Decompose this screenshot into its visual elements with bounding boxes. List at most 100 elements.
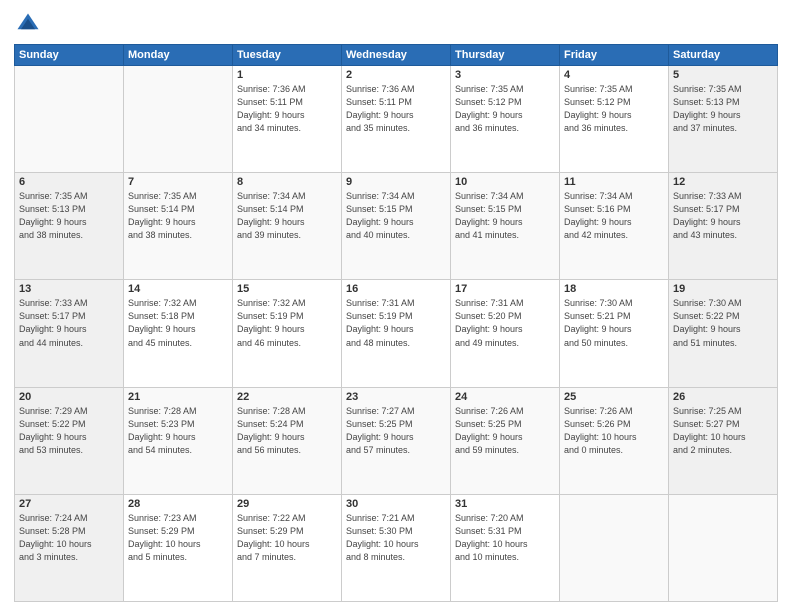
logo <box>14 10 46 38</box>
day-info: Sunrise: 7:34 AM Sunset: 5:15 PM Dayligh… <box>455 190 555 242</box>
day-info: Sunrise: 7:20 AM Sunset: 5:31 PM Dayligh… <box>455 512 555 564</box>
day-number: 1 <box>237 69 337 81</box>
day-cell: 18Sunrise: 7:30 AM Sunset: 5:21 PM Dayli… <box>560 280 669 387</box>
day-cell: 31 Sunrise: 7:20 AM Sunset: 5:31 PM Dayli… <box>451 494 560 601</box>
day-number: 29 <box>237 498 337 510</box>
header-saturday: Saturday <box>669 45 778 66</box>
day-info: Sunrise: 7:35 AM Sunset: 5:13 PM Dayligh… <box>19 190 119 242</box>
day-number: 31 <box>455 498 555 510</box>
day-cell <box>15 66 124 173</box>
day-info: Sunrise: 7:33 AM Sunset: 5:17 PM Dayligh… <box>19 297 119 349</box>
day-cell: 12 Sunrise: 7:33 AM Sunset: 5:17 PM Dayli… <box>669 173 778 280</box>
day-cell: 26 Sunrise: 7:25 AM Sunset: 5:27 PM Dayli… <box>669 387 778 494</box>
day-number: 9 <box>346 176 446 188</box>
day-number: 12 <box>673 176 773 188</box>
day-cell: 10 Sunrise: 7:34 AM Sunset: 5:15 PM Dayli… <box>451 173 560 280</box>
day-info: Sunrise: 7:24 AM Sunset: 5:28 PM Dayligh… <box>19 512 119 564</box>
day-cell: 30 Sunrise: 7:21 AM Sunset: 5:30 PM Dayli… <box>342 494 451 601</box>
day-number: 26 <box>673 391 773 403</box>
day-number: 27 <box>19 498 119 510</box>
day-info: Sunrise: 7:28 AM Sunset: 5:24 PM Dayligh… <box>237 405 337 457</box>
day-cell: 1 Sunrise: 7:36 AM Sunset: 5:11 PM Daylig… <box>233 66 342 173</box>
day-info: Sunrise: 7:36 AM Sunset: 5:11 PM Dayligh… <box>346 83 446 135</box>
day-cell <box>669 494 778 601</box>
day-info: Sunrise: 7:22 AM Sunset: 5:29 PM Dayligh… <box>237 512 337 564</box>
day-info: Sunrise: 7:33 AM Sunset: 5:17 PM Dayligh… <box>673 190 773 242</box>
day-cell: 4 Sunrise: 7:35 AM Sunset: 5:12 PM Daylig… <box>560 66 669 173</box>
day-cell <box>124 66 233 173</box>
day-number: 22 <box>237 391 337 403</box>
day-number: 13 <box>19 283 119 295</box>
calendar-table: SundayMondayTuesdayWednesdayThursdayFrid… <box>14 44 778 602</box>
day-info: Sunrise: 7:30 AM Sunset: 5:21 PM Dayligh… <box>564 297 664 349</box>
day-cell: 17Sunrise: 7:31 AM Sunset: 5:20 PM Dayli… <box>451 280 560 387</box>
day-info: Sunrise: 7:23 AM Sunset: 5:29 PM Dayligh… <box>128 512 228 564</box>
header <box>14 10 778 38</box>
calendar-body: 1 Sunrise: 7:36 AM Sunset: 5:11 PM Daylig… <box>15 66 778 602</box>
day-cell: 23 Sunrise: 7:27 AM Sunset: 5:25 PM Dayli… <box>342 387 451 494</box>
header-friday: Friday <box>560 45 669 66</box>
day-cell: 6Sunrise: 7:35 AM Sunset: 5:13 PM Daylig… <box>15 173 124 280</box>
day-cell: 16Sunrise: 7:31 AM Sunset: 5:19 PM Dayli… <box>342 280 451 387</box>
day-number: 30 <box>346 498 446 510</box>
calendar-header: SundayMondayTuesdayWednesdayThursdayFrid… <box>15 45 778 66</box>
day-number: 19 <box>673 283 773 295</box>
day-cell: 27 Sunrise: 7:24 AM Sunset: 5:28 PM Dayli… <box>15 494 124 601</box>
day-info: Sunrise: 7:32 AM Sunset: 5:19 PM Dayligh… <box>237 297 337 349</box>
day-info: Sunrise: 7:31 AM Sunset: 5:20 PM Dayligh… <box>455 297 555 349</box>
header-sunday: Sunday <box>15 45 124 66</box>
day-info: Sunrise: 7:34 AM Sunset: 5:14 PM Dayligh… <box>237 190 337 242</box>
day-info: Sunrise: 7:35 AM Sunset: 5:13 PM Dayligh… <box>673 83 773 135</box>
day-cell: 3 Sunrise: 7:35 AM Sunset: 5:12 PM Daylig… <box>451 66 560 173</box>
day-cell: 7Sunrise: 7:35 AM Sunset: 5:14 PM Daylig… <box>124 173 233 280</box>
day-info: Sunrise: 7:25 AM Sunset: 5:27 PM Dayligh… <box>673 405 773 457</box>
day-info: Sunrise: 7:35 AM Sunset: 5:14 PM Dayligh… <box>128 190 228 242</box>
day-info: Sunrise: 7:35 AM Sunset: 5:12 PM Dayligh… <box>455 83 555 135</box>
day-info: Sunrise: 7:34 AM Sunset: 5:15 PM Dayligh… <box>346 190 446 242</box>
day-cell: 13 Sunrise: 7:33 AM Sunset: 5:17 PM Dayli… <box>15 280 124 387</box>
day-info: Sunrise: 7:29 AM Sunset: 5:22 PM Dayligh… <box>19 405 119 457</box>
day-info: Sunrise: 7:27 AM Sunset: 5:25 PM Dayligh… <box>346 405 446 457</box>
day-number: 14 <box>128 283 228 295</box>
day-info: Sunrise: 7:26 AM Sunset: 5:26 PM Dayligh… <box>564 405 664 457</box>
day-cell: 15 Sunrise: 7:32 AM Sunset: 5:19 PM Dayli… <box>233 280 342 387</box>
day-info: Sunrise: 7:31 AM Sunset: 5:19 PM Dayligh… <box>346 297 446 349</box>
week-row-2: 6Sunrise: 7:35 AM Sunset: 5:13 PM Daylig… <box>15 173 778 280</box>
day-info: Sunrise: 7:28 AM Sunset: 5:23 PM Dayligh… <box>128 405 228 457</box>
day-number: 20 <box>19 391 119 403</box>
day-info: Sunrise: 7:35 AM Sunset: 5:12 PM Dayligh… <box>564 83 664 135</box>
day-cell: 24Sunrise: 7:26 AM Sunset: 5:25 PM Dayli… <box>451 387 560 494</box>
week-row-3: 13 Sunrise: 7:33 AM Sunset: 5:17 PM Dayli… <box>15 280 778 387</box>
page: SundayMondayTuesdayWednesdayThursdayFrid… <box>0 0 792 612</box>
day-info: Sunrise: 7:34 AM Sunset: 5:16 PM Dayligh… <box>564 190 664 242</box>
day-info: Sunrise: 7:21 AM Sunset: 5:30 PM Dayligh… <box>346 512 446 564</box>
day-number: 8 <box>237 176 337 188</box>
header-thursday: Thursday <box>451 45 560 66</box>
day-cell: 25Sunrise: 7:26 AM Sunset: 5:26 PM Dayli… <box>560 387 669 494</box>
day-number: 3 <box>455 69 555 81</box>
day-number: 23 <box>346 391 446 403</box>
day-number: 5 <box>673 69 773 81</box>
week-row-1: 1 Sunrise: 7:36 AM Sunset: 5:11 PM Daylig… <box>15 66 778 173</box>
day-info: Sunrise: 7:30 AM Sunset: 5:22 PM Dayligh… <box>673 297 773 349</box>
header-monday: Monday <box>124 45 233 66</box>
logo-icon <box>14 10 42 38</box>
week-row-5: 27 Sunrise: 7:24 AM Sunset: 5:28 PM Dayli… <box>15 494 778 601</box>
header-tuesday: Tuesday <box>233 45 342 66</box>
header-wednesday: Wednesday <box>342 45 451 66</box>
day-number: 21 <box>128 391 228 403</box>
day-cell: 29 Sunrise: 7:22 AM Sunset: 5:29 PM Dayli… <box>233 494 342 601</box>
day-cell: 28 Sunrise: 7:23 AM Sunset: 5:29 PM Dayli… <box>124 494 233 601</box>
day-info: Sunrise: 7:32 AM Sunset: 5:18 PM Dayligh… <box>128 297 228 349</box>
day-number: 10 <box>455 176 555 188</box>
day-number: 15 <box>237 283 337 295</box>
day-cell: 14 Sunrise: 7:32 AM Sunset: 5:18 PM Dayli… <box>124 280 233 387</box>
day-number: 4 <box>564 69 664 81</box>
day-number: 24 <box>455 391 555 403</box>
day-number: 28 <box>128 498 228 510</box>
day-info: Sunrise: 7:36 AM Sunset: 5:11 PM Dayligh… <box>237 83 337 135</box>
day-number: 11 <box>564 176 664 188</box>
header-row: SundayMondayTuesdayWednesdayThursdayFrid… <box>15 45 778 66</box>
day-cell: 22 Sunrise: 7:28 AM Sunset: 5:24 PM Dayli… <box>233 387 342 494</box>
day-cell: 20 Sunrise: 7:29 AM Sunset: 5:22 PM Dayli… <box>15 387 124 494</box>
